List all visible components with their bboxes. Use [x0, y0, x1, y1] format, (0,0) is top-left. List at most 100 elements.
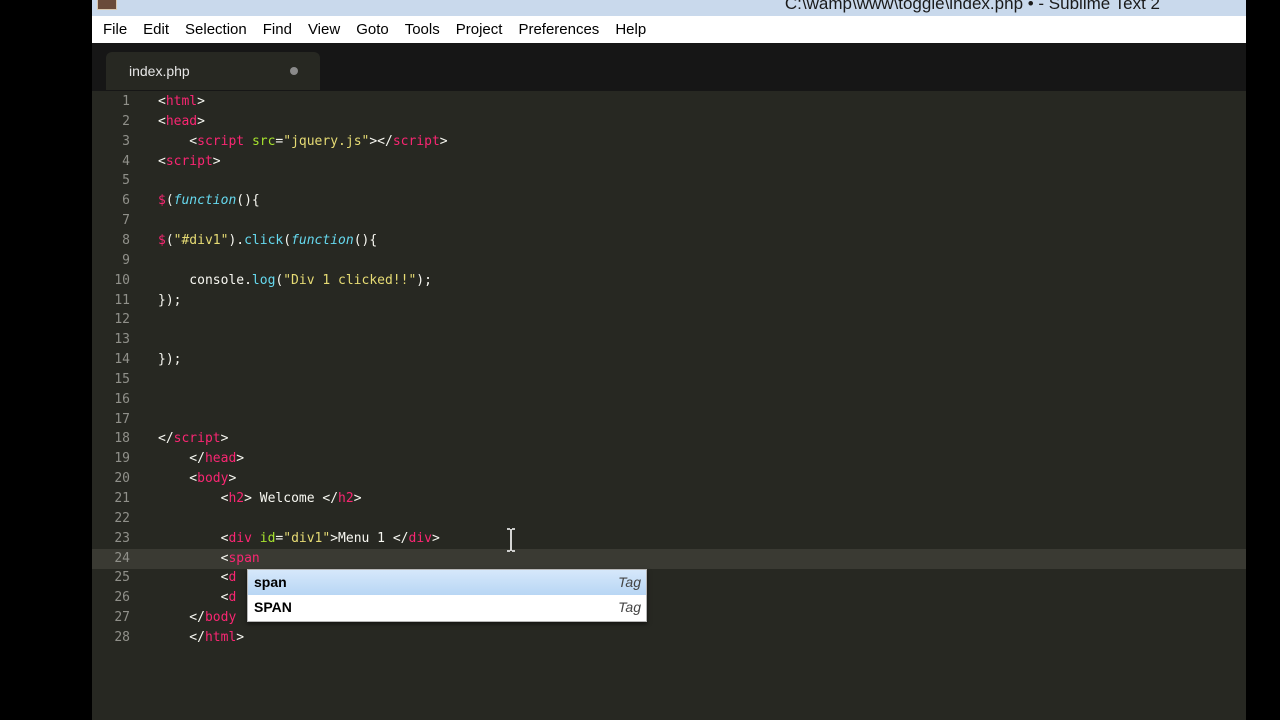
line-number: 21 [114, 491, 130, 506]
code-token: body [197, 471, 229, 487]
code-line[interactable]: 22 [92, 509, 1246, 529]
code-line[interactable]: 18 </script> [92, 429, 1246, 449]
window-titlebar: C:\wamp\www\toggle\index.php • - Sublime… [92, 0, 1246, 16]
menu-project[interactable]: Project [448, 21, 511, 38]
code-token: ></ [369, 133, 393, 149]
code-line[interactable]: 13 [92, 330, 1246, 350]
code-token: ); [416, 272, 432, 288]
code-line[interactable]: 10 console.log("Div 1 clicked!!"); [92, 271, 1246, 291]
code-token: < [158, 113, 166, 129]
line-number: 1 [122, 94, 130, 109]
code-token: console. [158, 272, 252, 288]
code-token: > [197, 113, 205, 129]
line-number: 15 [114, 371, 130, 387]
menu-help[interactable]: Help [607, 21, 654, 38]
line-code: }); [158, 291, 181, 311]
code-line[interactable]: 2 <head> [92, 112, 1246, 132]
code-token: > [353, 491, 362, 506]
menu-goto[interactable]: Goto [348, 21, 397, 38]
code-line[interactable]: 3 <script src="jquery.js"></script> [92, 132, 1246, 152]
code-line[interactable]: 11}); [92, 291, 1246, 311]
code-token: > [236, 629, 245, 645]
code-token: </ [158, 610, 205, 626]
unsaved-dot-icon[interactable] [290, 67, 298, 75]
code-token: > [212, 153, 221, 169]
code-line[interactable]: 14}); [92, 350, 1246, 370]
code-token: html [204, 629, 237, 645]
code-line[interactable]: 12 [92, 310, 1246, 330]
autocomplete-item[interactable]: SPAN Tag [248, 595, 646, 620]
code-line[interactable]: 21 <h2> Welcome </h2> [92, 489, 1246, 509]
code-token: "Div 1 clicked!!" [283, 272, 417, 288]
code-token: script [392, 133, 440, 149]
line-code: </head> [158, 449, 244, 469]
line-code: <d [158, 568, 237, 588]
line-number: 26 [114, 590, 130, 606]
line-number: 6 [122, 193, 130, 209]
sublime-app-icon[interactable] [97, 0, 117, 10]
line-number: 16 [114, 391, 130, 407]
autocomplete-item[interactable]: span Tag [248, 570, 646, 595]
autocomplete-item-name: SPAN [254, 599, 292, 615]
menu-selection[interactable]: Selection [177, 21, 255, 38]
line-code: }); [158, 350, 181, 370]
menu-tools[interactable]: Tools [397, 21, 448, 38]
line-number: 24 [114, 550, 130, 566]
line-number: 14 [114, 352, 130, 368]
code-line[interactable]: 17 [92, 410, 1246, 430]
line-code: <body> [158, 469, 236, 489]
code-token: < [158, 94, 166, 109]
line-code: <div id="div1">Menu 1 </div> [158, 529, 440, 549]
menu-bar: File Edit Selection Find View Goto Tools Projec… [92, 16, 1249, 43]
code-line[interactable]: 7 [92, 211, 1246, 231]
code-token: </ [158, 451, 205, 467]
menu-file[interactable]: File [95, 21, 135, 38]
autocomplete-item-kind: Tag [618, 574, 641, 590]
code-token: > [220, 431, 229, 447]
code-line[interactable]: 20 <body> [92, 469, 1246, 489]
menu-preferences[interactable]: Preferences [510, 21, 607, 38]
menu-find[interactable]: Find [255, 21, 300, 38]
code-token: d [228, 570, 237, 586]
line-number: 22 [114, 510, 130, 526]
code-line[interactable]: 4 <script> [92, 152, 1246, 172]
autocomplete-popup: span Tag SPAN Tag [247, 569, 647, 622]
code-token: "div1" [283, 530, 331, 546]
line-code: <h2> Welcome </h2> [158, 489, 362, 509]
line-number: 10 [114, 272, 130, 288]
line-code: <script> [158, 152, 221, 172]
code-line[interactable]: 6 $(function(){ [92, 191, 1246, 211]
code-line-current[interactable]: 24 <span [92, 548, 1246, 569]
editor-window: index.php 1 <html> 2 <head> 3 <script src="j… [92, 43, 1246, 720]
line-code: <d [158, 588, 237, 608]
code-token: >Menu 1 </ [330, 530, 409, 546]
code-token: < [158, 491, 229, 506]
line-code: </html> [158, 628, 244, 648]
code-line[interactable]: 19 </head> [92, 449, 1246, 469]
code-line[interactable]: 15 [92, 370, 1246, 390]
menu-edit[interactable]: Edit [135, 21, 177, 38]
code-line[interactable]: 1 <html> [92, 92, 1246, 112]
menu-view[interactable]: View [300, 21, 348, 38]
line-code: $(function(){ [158, 191, 260, 211]
code-line[interactable]: 9 [92, 251, 1246, 271]
line-number: 9 [122, 252, 130, 268]
code-line[interactable]: 28 </html> [92, 628, 1246, 648]
code-line[interactable]: 16 [92, 390, 1246, 410]
line-number: 8 [122, 232, 130, 248]
code-token: }); [158, 352, 182, 368]
code-token: > [197, 94, 205, 109]
code-line[interactable]: 5 [92, 171, 1246, 191]
line-number: 7 [122, 213, 130, 229]
line-number: 3 [122, 133, 130, 149]
code-token: > [439, 133, 448, 149]
code-token: id [259, 530, 276, 546]
line-code: <script src="jquery.js"></script> [158, 132, 448, 152]
code-token: > [228, 471, 237, 487]
code-token: d [228, 590, 237, 606]
code-line[interactable]: 8 $("#div1").click(function(){ [92, 231, 1246, 251]
tab-index-php[interactable]: index.php [106, 52, 320, 90]
line-number: 4 [122, 153, 130, 169]
code-line[interactable]: 23 <div id="div1">Menu 1 </div> [92, 529, 1246, 549]
autocomplete-item-kind: Tag [618, 599, 641, 615]
